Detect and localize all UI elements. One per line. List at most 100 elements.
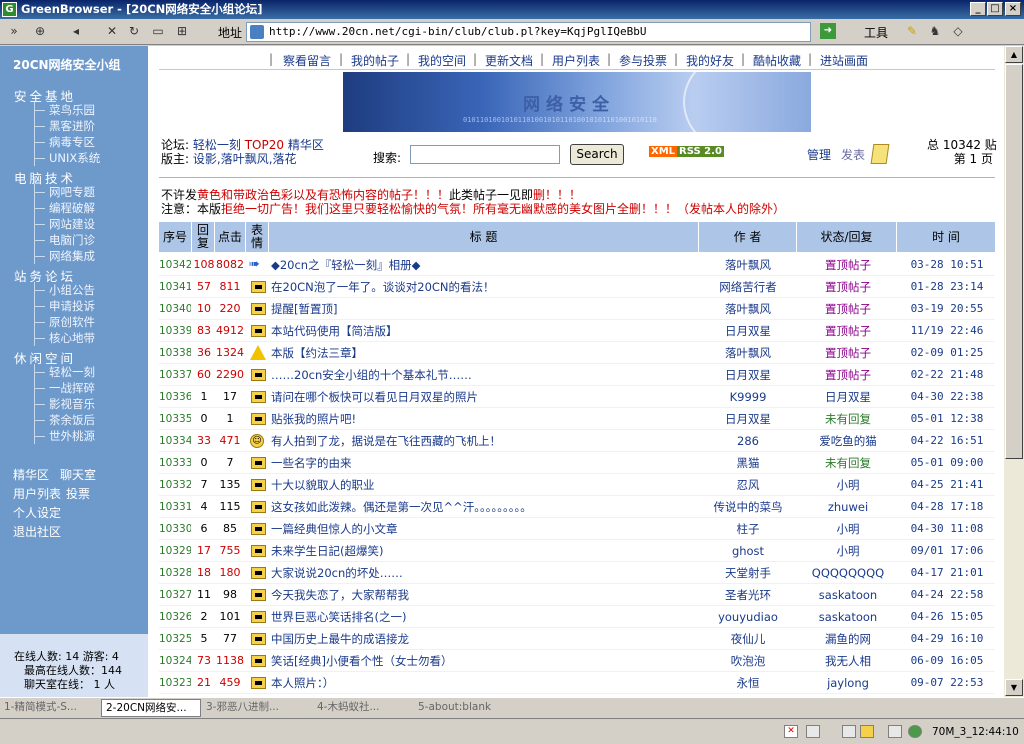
author-link[interactable]: 日月双星	[699, 364, 797, 386]
author-link[interactable]: 柱子	[699, 518, 797, 540]
sidebar-item[interactable]: 网站建设	[35, 216, 104, 232]
rss-badge[interactable]: XML RSS 2.0	[649, 146, 724, 160]
author-link[interactable]: 286	[699, 430, 797, 452]
sidebar-item[interactable]: 病毒专区	[35, 134, 104, 150]
author-link[interactable]: ghost	[699, 540, 797, 562]
topic-title-link[interactable]: 本人照片：）	[271, 672, 691, 694]
author-link[interactable]: 夜仙儿	[699, 628, 797, 650]
table-row[interactable]: 10324 73 1138 笑话[经典]小便看个性（女士勿看） 吹泡泡 我无人相 06-09…	[159, 650, 995, 672]
topic-title-link[interactable]: 笑话[经典]小便看个性（女士勿看）	[271, 650, 691, 672]
tab-5[interactable]: 5-about:blank	[404, 699, 504, 717]
topic-title-link[interactable]: 本版【约法三章】	[271, 342, 691, 364]
search-input[interactable]	[410, 145, 560, 164]
table-row[interactable]: 10333 0 7 一些名字的由来 黑猫 未有回复 05-01 09:00	[159, 452, 995, 474]
table-row[interactable]: 10337 60 2290 ……20cn安全小组的十个基本礼节…… 日月双星 置顶帖子 02…	[159, 364, 995, 386]
status-reply[interactable]: 我无人相	[799, 650, 897, 672]
forum-banner[interactable]: 网络安全 01011010010101101001010110100101011…	[343, 72, 811, 132]
nav-view-messages[interactable]: 察看留言	[283, 52, 331, 69]
clean-icon[interactable]: ✎	[902, 22, 922, 42]
scroll-down-icon[interactable]: ▼	[1005, 679, 1023, 696]
net-icon[interactable]	[908, 725, 922, 738]
status-reply[interactable]: 小明	[799, 518, 897, 540]
go-icon[interactable]: ➜	[820, 23, 836, 39]
author-link[interactable]: K9999	[699, 386, 797, 408]
menu-chevron-icon[interactable]: »	[4, 22, 24, 42]
table-row[interactable]: 10323 21 459 本人照片：） 永恒 jaylong 09-07 22:53	[159, 672, 995, 694]
author-link[interactable]: 天堂射手	[699, 562, 797, 584]
topic-title-link[interactable]: 大家说说20cn的坏处……	[271, 562, 691, 584]
author-link[interactable]: 永恒	[699, 672, 797, 694]
close-button[interactable]: ×	[1005, 2, 1021, 16]
author-link[interactable]: 日月双星	[699, 408, 797, 430]
topic-title-link[interactable]: 贴张我的照片吧!	[271, 408, 691, 430]
new-tab-icon[interactable]: ⊕	[30, 22, 50, 42]
table-row[interactable]: 10340 10 220 提醒[暂置顶] 落叶飘风 置顶帖子 03-19 20:55	[159, 298, 995, 320]
scroll-thumb[interactable]	[1005, 64, 1023, 459]
status-reply[interactable]: saskatoon	[799, 584, 897, 606]
favorites-icon[interactable]: ▭	[148, 22, 168, 42]
author-link[interactable]: 网络苦行者	[699, 276, 797, 298]
tab-1[interactable]: 1-精简模式-S...	[0, 699, 100, 717]
status-reply[interactable]: 日月双星	[799, 386, 897, 408]
table-row[interactable]: 10341 57 811 在20CN泡了一年了。谈谈对20CN的看法！ 网络苦行者 置顶帖…	[159, 276, 995, 298]
topic-title-link[interactable]: 在20CN泡了一年了。谈谈对20CN的看法！	[271, 276, 691, 298]
table-row[interactable]: 10328 18 180 大家说说20cn的坏处…… 天堂射手 QQQQQQQQ 04-17…	[159, 562, 995, 584]
topic-title-link[interactable]: 十大以貌取人的职业	[271, 474, 691, 496]
elite-link[interactable]: 精华区	[288, 138, 324, 152]
sidebar-item[interactable]: 编程破解	[35, 200, 104, 216]
topic-title-link[interactable]: 中国历史上最牛的成语接龙	[271, 628, 691, 650]
status-reply[interactable]: zhuwei	[799, 496, 897, 518]
table-row[interactable]: 10326 2 101 世界巨恶心笑话排名(之一) youyudiao saskatoon…	[159, 606, 995, 628]
nav-splash[interactable]: 进站画面	[820, 52, 868, 69]
search-button[interactable]: Search	[570, 144, 624, 165]
tab-4[interactable]: 4-木蚂蚁社...	[303, 699, 403, 717]
table-row[interactable]: 10330 6 85 一篇经典但惊人的小文章 柱子 小明 04-30 11:08	[159, 518, 995, 540]
nav-my-space[interactable]: 我的空间	[418, 52, 466, 69]
address-input[interactable]: http://www.20cn.net/cgi-bin/club/club.pl…	[246, 22, 811, 42]
status-reply[interactable]: QQQQQQQQ	[799, 562, 897, 584]
topic-title-link[interactable]: 今天我失恋了，大家帮帮我	[271, 584, 691, 606]
sidebar-title[interactable]: 20CN网络安全小组	[13, 56, 121, 73]
author-link[interactable]: youyudiao	[699, 606, 797, 628]
topic-title-link[interactable]: 这女孩如此泼辣。偶还是第一次见^^汗。。。。。。。。。	[271, 496, 691, 518]
tab-2[interactable]: 2-20CN网络安...	[101, 699, 201, 717]
sidebar-item[interactable]: UNIX系统	[35, 150, 104, 166]
table-row[interactable]: 10332 7 135 十大以貌取人的职业 忍风 小明 04-25 21:41	[159, 474, 995, 496]
hand-icon[interactable]	[888, 725, 902, 738]
top20-link[interactable]: TOP20	[245, 138, 284, 152]
tools-menu[interactable]: 工具	[864, 24, 888, 41]
author-link[interactable]: 圣者光环	[699, 584, 797, 606]
sidebar-item[interactable]: 影视音乐	[35, 396, 104, 412]
status-reply[interactable]: 爱吃鱼的猫	[799, 430, 897, 452]
topic-title-link[interactable]: 世界巨恶心笑话排名(之一)	[271, 606, 691, 628]
ad-filter-icon[interactable]: ♞	[925, 22, 945, 42]
sidebar-link-elite[interactable]: 精华区	[13, 466, 49, 483]
sidebar-link-users[interactable]: 用户列表	[13, 485, 61, 502]
author-link[interactable]: 日月双星	[699, 320, 797, 342]
sidebar-item[interactable]: 网吧专题	[35, 184, 104, 200]
sidebar-link-chat[interactable]: 聊天室	[60, 466, 96, 483]
sidebar-link-vote[interactable]: 投票	[66, 485, 90, 502]
maximize-button[interactable]: □	[987, 2, 1003, 16]
forum-name[interactable]: 轻松一刻	[193, 138, 241, 152]
moderator-list[interactable]: 设影,落叶飘风,落花	[193, 152, 297, 166]
sidebar-item[interactable]: 电脑门诊	[35, 232, 104, 248]
author-link[interactable]: 落叶飘风	[699, 342, 797, 364]
table-row[interactable]: 10329 17 755 未来学生日記(超爆笑) ghost 小明 09/01 17:06	[159, 540, 995, 562]
nav-favorites[interactable]: 酷帖收藏	[753, 52, 801, 69]
nav-my-friends[interactable]: 我的好友	[686, 52, 734, 69]
back-icon[interactable]: ◂	[66, 22, 86, 42]
author-link[interactable]: 忍风	[699, 474, 797, 496]
table-row[interactable]: 10331 4 115 这女孩如此泼辣。偶还是第一次见^^汗。。。。。。。。。 传说中的…	[159, 496, 995, 518]
sidebar-item[interactable]: 网络集成	[35, 248, 104, 264]
sidebar-item[interactable]: 一战挥碎	[35, 380, 104, 396]
topic-title-link[interactable]: 一些名字的由来	[271, 452, 691, 474]
table-row[interactable]: 10325 5 77 中国历史上最牛的成语接龙 夜仙儿 漏鱼的网 04-29 16:10	[159, 628, 995, 650]
table-row[interactable]: 10327 11 98 今天我失恋了，大家帮帮我 圣者光环 saskatoon 04-24 …	[159, 584, 995, 606]
table-row[interactable]: 10342 108 8082 ➠ ◆20cn之『轻松一刻』相册◆ 落叶飘风 置顶帖子 03-2…	[159, 254, 995, 276]
image-toggle-icon[interactable]	[806, 725, 820, 738]
sidebar-link-logout[interactable]: 退出社区	[13, 523, 61, 540]
scroll-up-icon[interactable]: ▲	[1005, 46, 1023, 63]
author-link[interactable]: 吹泡泡	[699, 650, 797, 672]
topic-title-link[interactable]: 请问在哪个板快可以看见日月双星的照片	[271, 386, 691, 408]
